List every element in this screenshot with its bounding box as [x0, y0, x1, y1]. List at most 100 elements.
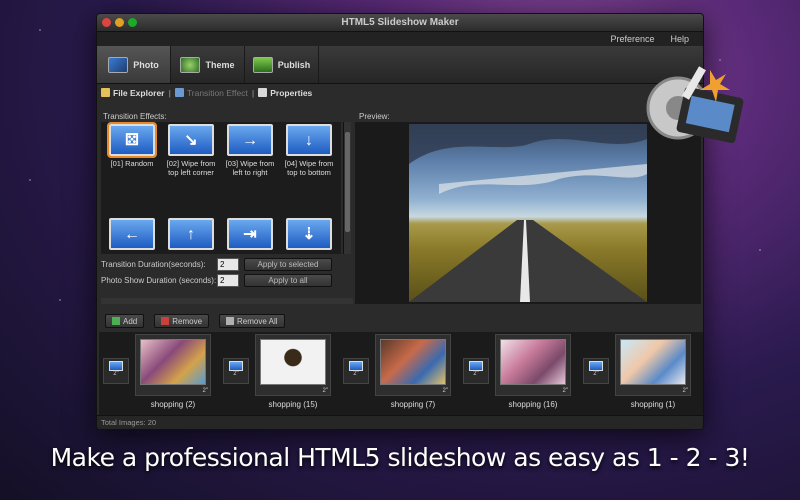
slide-frame: 2"	[375, 334, 451, 396]
tab-publish[interactable]: Publish	[245, 46, 319, 83]
effects-grid: ⚄ [01] Random ↘ [02] Wipe from top left …	[101, 122, 341, 254]
add-button[interactable]: Add	[105, 314, 145, 328]
subtab-transition-effect-label: Transition Effect	[186, 87, 248, 98]
arrow-left-icon: ←	[109, 218, 155, 250]
upper-area: Transition Effects: ⚄ [01] Random ↘ [02]…	[97, 110, 703, 306]
slide-name: shopping (2)	[150, 400, 196, 409]
photo-icon	[108, 56, 129, 73]
apply-to-selected-button[interactable]: Apply to selected	[244, 258, 332, 271]
tab-theme-label: Theme	[205, 59, 235, 70]
photo-duration-row: Photo Show Duration (seconds): 2 Apply t…	[101, 274, 353, 287]
remove-all-button[interactable]: Remove All	[219, 314, 285, 328]
transition-item[interactable]: 2"	[223, 358, 249, 384]
effect-label: [03] Wipe from left to right	[225, 159, 275, 177]
road-landscape	[409, 124, 647, 302]
effect-item[interactable]: → [03] Wipe from left to right	[222, 124, 278, 177]
subtab-file-explorer[interactable]: File Explorer	[101, 88, 165, 98]
photo-duration-label: Photo Show Duration (seconds):	[101, 276, 217, 285]
transition-duration: 2"	[233, 371, 239, 377]
transition-icon	[229, 361, 243, 371]
slide-thumbnail	[260, 339, 326, 385]
status-bar: Total Images: 20	[97, 415, 703, 429]
slide-item[interactable]: 2" shopping (1)	[615, 334, 691, 410]
add-icon	[112, 317, 120, 325]
separator: |	[251, 87, 255, 98]
close-window-button[interactable]	[102, 18, 111, 27]
slide-duration: 2"	[562, 388, 568, 394]
app-window: HTML5 Slideshow Maker Preference Help Ph…	[96, 13, 704, 430]
slide-item[interactable]: 2" shopping (2)	[135, 334, 211, 410]
transition-item[interactable]: 2"	[103, 358, 129, 384]
tab-photo-label: Photo	[133, 59, 159, 70]
effect-item[interactable]: ↘ [02] Wipe from top left corner	[163, 124, 219, 177]
effect-item[interactable]: ⇣	[281, 218, 337, 253]
remove-all-button-label: Remove All	[237, 316, 278, 326]
arrow-in-icon: ⇥	[227, 218, 273, 250]
slide-frame: 2"	[615, 334, 691, 396]
arrow-down-right-icon: ↘	[168, 124, 214, 156]
tagline: Make a professional HTML5 slideshow as e…	[50, 443, 750, 472]
transition-item[interactable]: 2"	[463, 358, 489, 384]
slide-duration: 2"	[202, 388, 208, 394]
effect-item[interactable]: ⚄ [01] Random	[104, 122, 160, 168]
slide-thumbnail	[620, 339, 686, 385]
add-button-label: Add	[123, 316, 138, 326]
transition-icon	[589, 361, 603, 371]
transition-duration: 2"	[593, 371, 599, 377]
maximize-window-button[interactable]	[128, 18, 137, 27]
effect-item[interactable]: ←	[104, 218, 160, 253]
effect-label: [01] Random	[110, 159, 154, 168]
menu-preference[interactable]: Preference	[610, 32, 654, 46]
transition-duration: 2"	[473, 371, 479, 377]
slide-name: shopping (15)	[268, 400, 318, 409]
subtab-file-explorer-label: File Explorer	[113, 87, 165, 98]
slide-duration: 2"	[322, 388, 328, 394]
publish-icon	[252, 56, 273, 73]
sub-tabs: File Explorer | Transition Effect | Prop…	[97, 84, 703, 101]
subtab-transition-effect[interactable]: Transition Effect	[174, 87, 248, 98]
tab-photo[interactable]: Photo	[97, 46, 171, 83]
effect-item[interactable]: ↓ [04] Wipe from top to bottom	[281, 124, 337, 177]
minimize-window-button[interactable]	[115, 18, 124, 27]
arrow-up-icon: ↑	[168, 218, 214, 250]
main-toolbar: Photo Theme Publish	[97, 46, 703, 84]
window-controls	[102, 18, 137, 27]
separator: |	[168, 87, 171, 98]
effect-item[interactable]: ↑	[163, 218, 219, 253]
slide-item[interactable]: 2" shopping (7)	[375, 334, 451, 410]
title-bar: HTML5 Slideshow Maker	[97, 14, 703, 32]
preview-image	[409, 124, 647, 302]
slide-name: shopping (1)	[630, 400, 676, 409]
slide-name: shopping (7)	[390, 400, 436, 409]
arrow-down-icon: ↓	[286, 124, 332, 156]
effects-scrollbar[interactable]	[343, 122, 351, 254]
remove-button-label: Remove	[172, 316, 203, 326]
slide-thumbnail	[500, 339, 566, 385]
slide-name: shopping (16)	[508, 400, 558, 409]
slide-item[interactable]: 2" shopping (16)	[495, 334, 571, 410]
transition-duration: 2"	[113, 371, 119, 377]
transition-duration: 2"	[353, 371, 359, 377]
app-logo-icon	[646, 66, 744, 143]
transition-icon	[349, 361, 363, 371]
transition-panel: Transition Effects: ⚄ [01] Random ↘ [02]…	[99, 110, 353, 306]
remove-button[interactable]: Remove	[154, 314, 210, 328]
transition-item[interactable]: 2"	[583, 358, 609, 384]
menu-help[interactable]: Help	[670, 32, 689, 46]
subtab-properties[interactable]: Properties	[258, 88, 312, 98]
slide-item[interactable]: 2" shopping (15)	[255, 334, 331, 410]
photo-duration-input[interactable]: 2	[217, 274, 239, 287]
transition-item[interactable]: 2"	[343, 358, 369, 384]
transition-icon	[469, 361, 483, 371]
horizontal-scrollbar[interactable]	[101, 298, 353, 304]
effect-label: [02] Wipe from top left corner	[166, 159, 216, 177]
effect-item[interactable]: ⇥	[222, 218, 278, 253]
apply-to-all-button[interactable]: Apply to all	[244, 274, 332, 287]
strip-toolbar: Add Remove Remove All	[97, 312, 703, 330]
transition-duration-input[interactable]: 2	[217, 258, 239, 271]
slide-frame: 2"	[495, 334, 571, 396]
tab-theme[interactable]: Theme	[171, 46, 245, 83]
transition-icon	[109, 361, 123, 371]
scrollbar-thumb[interactable]	[345, 132, 350, 232]
slide-frame: 2"	[135, 334, 211, 396]
